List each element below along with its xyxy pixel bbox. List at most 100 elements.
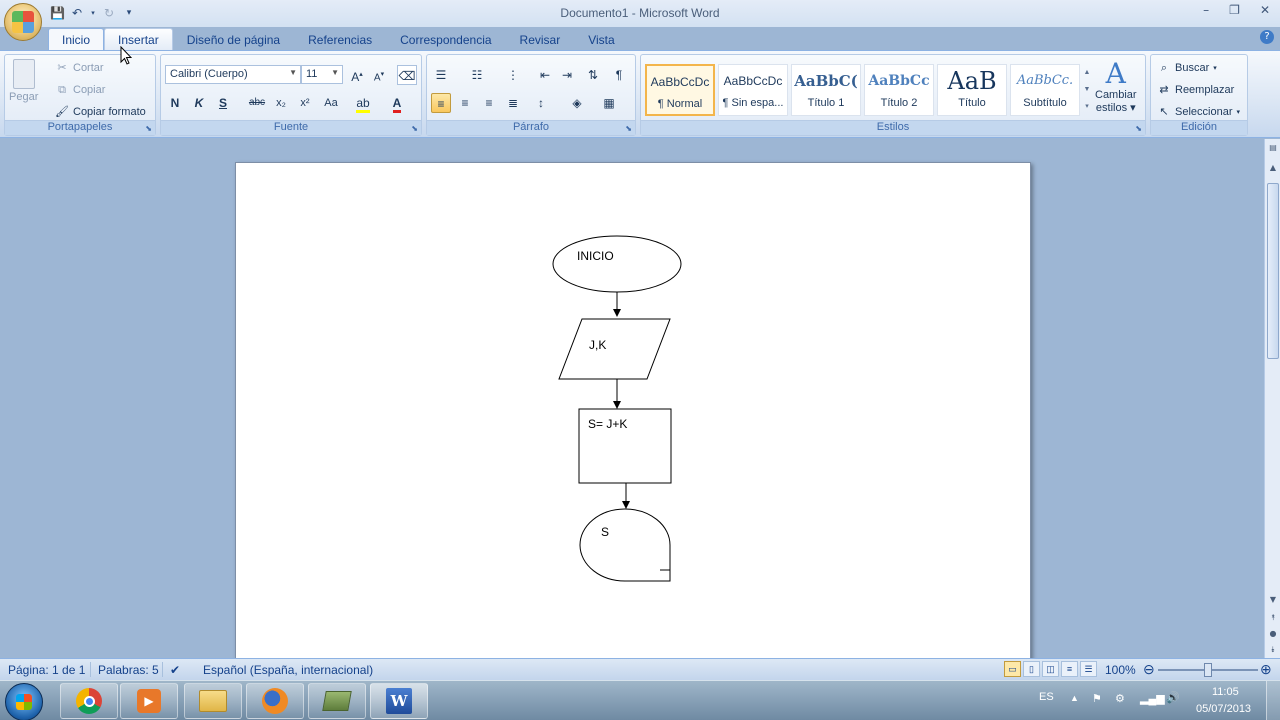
format-painter-button[interactable]: 🖌 Copiar formato <box>55 105 146 119</box>
paste-button[interactable]: Pegar <box>9 59 38 103</box>
style-titulo[interactable]: AaB Título <box>937 64 1007 116</box>
sort-icon[interactable]: ⇅ <box>583 65 603 85</box>
clock-time[interactable]: 11:05 <box>1212 686 1239 698</box>
highlight-icon[interactable]: ab <box>353 93 373 113</box>
align-left-icon[interactable]: ≡ <box>431 93 451 113</box>
clipboard-launcher-icon[interactable]: ⬊ <box>145 124 152 133</box>
web-layout-icon[interactable]: ◫ <box>1042 661 1059 677</box>
strikethrough-button[interactable]: abc <box>247 93 267 113</box>
document-page[interactable]: INICIO J,K S= J+K S <box>235 162 1031 658</box>
scroll-up-icon[interactable]: ▲ <box>1266 161 1280 175</box>
taskbar-firefox[interactable] <box>246 683 304 719</box>
taskbar-word[interactable]: W <box>370 683 428 719</box>
tab-referencias[interactable]: Referencias <box>294 28 386 50</box>
styles-scroll[interactable]: ▲ ▼ ▾ <box>1081 64 1093 116</box>
previous-page-icon[interactable]: ⯭ <box>1266 611 1280 625</box>
bullets-icon[interactable]: ☰ <box>431 65 451 85</box>
page-count[interactable]: Página: 1 de 1 <box>8 663 85 677</box>
flowchart-output-shape[interactable] <box>579 508 671 582</box>
decrease-indent-icon[interactable]: ⇤ <box>535 65 555 85</box>
network-icon[interactable]: ▂▄▆ <box>1140 692 1165 705</box>
close-icon[interactable]: ✕ <box>1260 3 1270 17</box>
draft-icon[interactable]: ☰ <box>1080 661 1097 677</box>
language-status[interactable]: Español (España, internacional) <box>203 663 373 677</box>
tab-insertar[interactable]: Insertar <box>104 28 173 50</box>
volume-icon[interactable]: 🔊 <box>1166 691 1180 704</box>
scroll-down-icon[interactable]: ▼ <box>1266 593 1280 607</box>
minimize-icon[interactable]: – <box>1203 3 1209 17</box>
underline-button[interactable]: S <box>213 93 233 113</box>
tab-diseno-pagina[interactable]: Diseño de página <box>173 28 294 50</box>
style-subtitulo[interactable]: AaBbCc. Subtítulo <box>1010 64 1080 116</box>
tab-revisar[interactable]: Revisar <box>506 28 575 50</box>
ruler-toggle-icon[interactable]: ▤ <box>1266 141 1280 155</box>
shrink-font-icon[interactable]: A▾ <box>369 65 389 85</box>
zoom-level[interactable]: 100% <box>1105 663 1136 677</box>
tab-vista[interactable]: Vista <box>574 28 628 50</box>
style-normal[interactable]: AaBbCcDc ¶ Normal <box>645 64 715 116</box>
action-center-icon[interactable]: ⚑ <box>1092 692 1102 705</box>
scrollbar-thumb[interactable] <box>1267 183 1279 359</box>
tab-correspondencia[interactable]: Correspondencia <box>386 28 505 50</box>
browse-object-icon[interactable]: ● <box>1266 627 1280 641</box>
clear-format-icon[interactable]: ⌫ <box>397 65 417 85</box>
font-family-select[interactable]: Calibri (Cuerpo) ▼ <box>165 65 301 84</box>
taskbar-media-player[interactable]: ▶ <box>120 683 178 719</box>
replace-button[interactable]: ⇄ Reemplazar <box>1157 83 1234 97</box>
style-titulo-1[interactable]: AaBbC(Título 1 <box>791 64 861 116</box>
cut-button[interactable]: ✂ Cortar <box>55 61 103 75</box>
tray-app-icon[interactable]: ⚙ <box>1115 692 1125 705</box>
align-right-icon[interactable]: ≡ <box>479 93 499 113</box>
full-screen-reading-icon[interactable]: ▯ <box>1023 661 1040 677</box>
grow-font-icon[interactable]: A▴ <box>347 65 367 85</box>
subscript-button[interactable]: x₂ <box>271 93 291 113</box>
input-language[interactable]: ES <box>1039 691 1054 703</box>
select-button[interactable]: ↖ Seleccionar ▾ <box>1157 105 1240 119</box>
style-sin-espaciado[interactable]: AaBbCcDc ¶ Sin espa... <box>718 64 788 116</box>
zoom-slider-thumb[interactable] <box>1204 663 1212 677</box>
justify-icon[interactable]: ≣ <box>503 93 523 113</box>
office-button[interactable] <box>4 3 42 41</box>
maximize-icon[interactable]: ❐ <box>1229 3 1240 17</box>
show-desktop-button[interactable] <box>1266 681 1280 720</box>
spellcheck-icon[interactable]: ✔ <box>170 663 180 677</box>
tab-inicio[interactable]: Inicio <box>48 28 105 50</box>
taskbar-app-green[interactable] <box>308 683 366 719</box>
styles-launcher-icon[interactable]: ⬊ <box>1135 124 1142 133</box>
word-count[interactable]: Palabras: 5 <box>98 663 159 677</box>
italic-button[interactable]: K <box>189 93 209 113</box>
font-launcher-icon[interactable]: ⬊ <box>411 124 418 133</box>
taskbar-chrome[interactable] <box>60 683 118 719</box>
superscript-button[interactable]: x² <box>295 93 315 113</box>
help-icon[interactable]: ? <box>1260 30 1274 44</box>
change-styles-button[interactable]: A Cambiar estilos ▾ <box>1095 59 1137 115</box>
shading-icon[interactable]: ◈ <box>567 93 587 113</box>
tray-expand-icon[interactable]: ▲ <box>1070 693 1079 703</box>
print-layout-icon[interactable]: ▭ <box>1004 661 1021 677</box>
vertical-scrollbar[interactable]: ▤ ▲ ▼ ⯭ ● ⯯ <box>1264 139 1280 658</box>
outline-icon[interactable]: ≡ <box>1061 661 1078 677</box>
font-size-select[interactable]: 11 ▼ <box>301 65 343 84</box>
zoom-out-icon[interactable]: ⊖ <box>1143 661 1155 678</box>
flowchart-input-shape[interactable] <box>558 318 671 380</box>
flowchart-start-shape[interactable] <box>552 235 682 293</box>
next-page-icon[interactable]: ⯯ <box>1266 643 1280 657</box>
zoom-in-icon[interactable]: ⊕ <box>1260 661 1272 678</box>
paragraph-launcher-icon[interactable]: ⬊ <box>625 124 632 133</box>
multilevel-list-icon[interactable]: ⋮ <box>503 65 523 85</box>
bold-button[interactable]: N <box>165 93 185 113</box>
change-case-button[interactable]: Aa <box>321 93 341 113</box>
find-button[interactable]: ⌕ Buscar ▾ <box>1157 61 1217 75</box>
line-spacing-icon[interactable]: ↕ <box>531 93 551 113</box>
increase-indent-icon[interactable]: ⇥ <box>557 65 577 85</box>
font-color-icon[interactable]: A <box>387 93 407 113</box>
align-center-icon[interactable]: ≡ <box>455 93 475 113</box>
copy-button[interactable]: ⧉ Copiar <box>55 83 105 97</box>
start-button[interactable] <box>5 683 43 720</box>
numbering-icon[interactable]: ☷ <box>467 65 487 85</box>
show-formatting-icon[interactable]: ¶ <box>609 65 629 85</box>
borders-icon[interactable]: ▦ <box>599 93 619 113</box>
clock-date[interactable]: 05/07/2013 <box>1196 703 1251 715</box>
style-titulo-2[interactable]: AaBbCc Título 2 <box>864 64 934 116</box>
taskbar-explorer[interactable] <box>184 683 242 719</box>
